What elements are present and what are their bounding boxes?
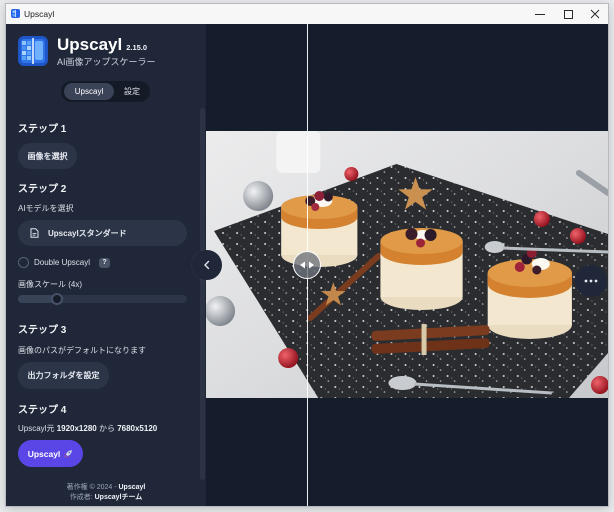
size-joiner: から [96, 424, 118, 433]
minimize-button[interactable] [526, 4, 554, 24]
app-icon [11, 9, 20, 18]
chevron-left-icon [204, 260, 210, 270]
select-image-button[interactable]: 画像を選択 [18, 143, 77, 169]
app-title: Upscayl 2.15.0 [57, 34, 147, 56]
glass-jar [276, 131, 321, 173]
app-window: Upscayl Upscayl 2.15.0 AI画像アップスケーラー Upsc… [6, 4, 608, 506]
ornament-ball [344, 167, 359, 181]
image-preview[interactable] [206, 131, 608, 398]
screen: Upscayl Upscayl 2.15.0 AI画像アップスケーラー Upsc… [0, 0, 614, 512]
ornament-ball [206, 296, 236, 326]
scale-slider-thumb[interactable] [50, 293, 63, 305]
cake [380, 228, 463, 310]
size-to: 7680x5120 [117, 424, 158, 433]
mode-tabs: Upscayl 設定 [61, 81, 150, 102]
collapse-sidebar-button[interactable] [192, 250, 222, 280]
copyright-line: 著作権 © 2024 - Upscayl [6, 483, 206, 492]
ornament-ball [569, 228, 586, 244]
app-name: Upscayl [57, 35, 123, 54]
size-summary: Upscayl元 1920x1280 から 7680x5120 [18, 423, 157, 434]
minimize-icon [535, 13, 545, 15]
step2-title: ステップ 2 [18, 184, 67, 195]
close-icon [590, 9, 600, 19]
ornament-ball [243, 181, 274, 211]
preview-area [206, 24, 608, 506]
preview-photo [206, 131, 608, 398]
app-tagline: AI画像アップスケーラー [57, 57, 156, 67]
scale-slider[interactable] [18, 293, 187, 305]
maximize-icon [563, 9, 573, 19]
cake [281, 191, 358, 267]
step3-title: ステップ 3 [18, 325, 67, 336]
double-upscayl-checkbox[interactable] [18, 257, 29, 268]
compare-arrows-icon [300, 261, 314, 269]
upscayl-button-label: Upscayl [27, 448, 61, 459]
size-prefix: Upscayl元 [18, 424, 57, 433]
scale-label: 画像スケール (4x) [18, 280, 82, 289]
close-button[interactable] [582, 4, 608, 24]
author-prefix: 作成者: [69, 494, 95, 501]
rocket-icon [64, 449, 73, 458]
sidebar-scrollbar[interactable] [200, 108, 205, 480]
copyright-name[interactable]: Upscayl [118, 484, 145, 491]
copyright-prefix: 著作権 © 2024 - [66, 484, 119, 491]
sidebar: Upscayl 2.15.0 AI画像アップスケーラー Upscayl 設定 ステ… [6, 24, 206, 506]
model-select[interactable]: Upscaylスタンダード [18, 220, 187, 246]
output-folder-button[interactable]: 出力フォルダを設定 [18, 362, 109, 389]
tab-settings[interactable]: 設定 [117, 83, 147, 100]
author-name[interactable]: Upscaylチーム [95, 494, 143, 501]
compare-handle[interactable] [293, 251, 321, 279]
size-from: 1920x1280 [56, 424, 97, 433]
upscayl-button[interactable]: Upscayl [18, 440, 83, 467]
step4-title: ステップ 4 [18, 405, 67, 416]
output-path-note: 画像のパスがデフォルトになります [18, 346, 146, 355]
maximize-button[interactable] [554, 4, 582, 24]
step1-title: ステップ 1 [18, 124, 67, 135]
app-version: 2.15.0 [126, 43, 148, 52]
author-line: 作成者: Upscaylチーム [6, 493, 206, 502]
help-badge[interactable]: ? [99, 258, 110, 268]
more-icon [584, 279, 598, 283]
double-upscayl-label[interactable]: Double Upscayl [34, 257, 90, 268]
window-title: Upscayl [24, 9, 55, 19]
model-label: AIモデルを選択 [18, 204, 74, 213]
model-icon [30, 228, 39, 238]
ornament-ball [278, 348, 299, 368]
model-value: Upscaylスタンダード [48, 228, 127, 238]
upscayl-logo [18, 36, 48, 66]
ornament-ball [533, 211, 550, 227]
title-bar[interactable]: Upscayl [6, 4, 608, 24]
tab-upscayl[interactable]: Upscayl [64, 83, 114, 100]
more-options-button[interactable] [575, 265, 607, 297]
